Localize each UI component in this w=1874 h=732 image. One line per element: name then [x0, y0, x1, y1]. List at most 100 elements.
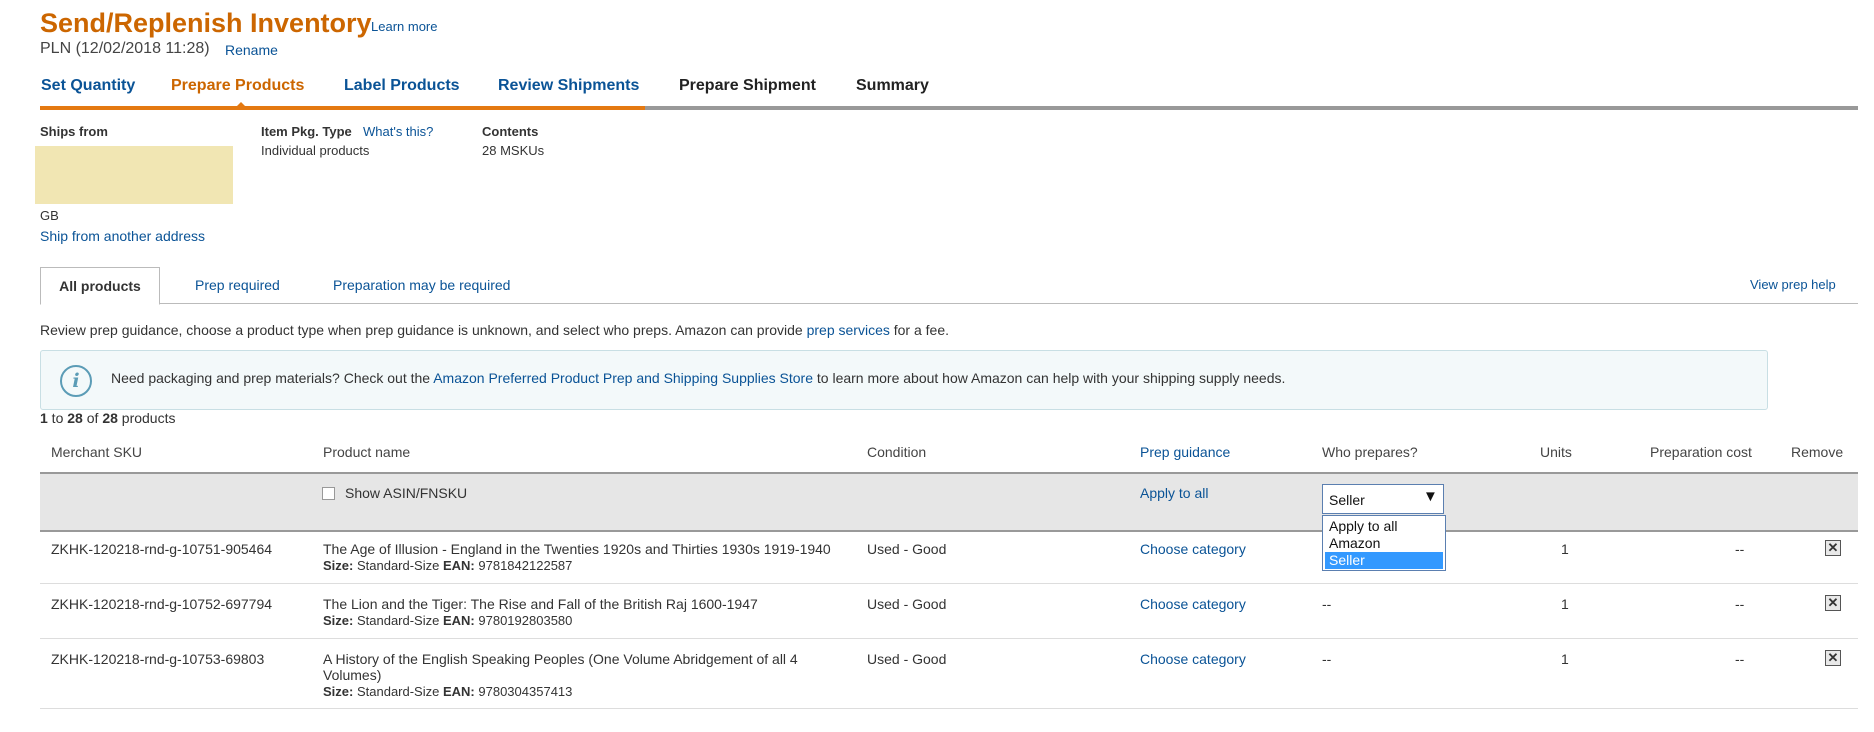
show-asin-checkbox[interactable] [322, 487, 335, 500]
row3-product-name-line1: A History of the English Speaking People… [323, 651, 798, 667]
row1-condition: Used - Good [867, 541, 947, 557]
whats-this-link[interactable]: What's this? [363, 124, 433, 139]
row1-size-label: Size: [323, 558, 354, 573]
apply-to-all-link[interactable]: Apply to all [1140, 485, 1208, 501]
active-step-marker [236, 102, 246, 107]
info-circle-icon: i [60, 365, 92, 397]
plan-name: PLN (12/02/2018 11:28) [40, 40, 210, 57]
row2-product-name: The Lion and the Tiger: The Rise and Fal… [323, 596, 758, 612]
row3-details: Size: Standard-Size EAN: 9780304357413 [323, 684, 572, 699]
guidance-text-before: Review prep guidance, choose a product t… [40, 322, 807, 338]
show-asin-label: Show ASIN/FNSKU [345, 485, 468, 501]
row2-sku: ZKHK-120218-rnd-g-10752-697794 [51, 596, 273, 612]
row-divider [40, 638, 1858, 639]
count-of-word: of [82, 410, 103, 426]
prep-supplies-store-link[interactable]: Amazon Preferred Product Prep and Shippi… [433, 370, 813, 386]
row1-product-name: The Age of Illusion - England in the Twe… [323, 541, 831, 557]
who-prepares-dropdown: Apply to all Amazon Seller [1322, 515, 1446, 571]
row3-size-label: Size: [323, 684, 354, 699]
redacted-address [35, 146, 233, 204]
col-header-who-prepares: Who prepares? [1322, 444, 1418, 460]
rename-link[interactable]: Rename [225, 42, 278, 58]
item-pkg-type-label: Item Pkg. Type [261, 124, 352, 139]
row3-choose-category-link[interactable]: Choose category [1140, 651, 1246, 667]
row1-prep-cost: -- [1735, 541, 1745, 557]
ships-from-label: Ships from [40, 124, 108, 139]
row3-ean-label: EAN: [442, 684, 475, 699]
row2-ean-label: EAN: [442, 613, 475, 628]
row3-ean: 9780304357413 [478, 684, 573, 699]
col-header-preparation-cost: Preparation cost [1650, 444, 1752, 460]
row2-condition: Used - Good [867, 596, 947, 612]
step-summary: Summary [856, 77, 929, 94]
row2-prep-cost: -- [1735, 596, 1745, 612]
step-review-shipments[interactable]: Review Shipments [498, 77, 639, 95]
tabs-divider [40, 303, 1858, 304]
row2-ean: 9780192803580 [478, 613, 573, 628]
row3-condition: Used - Good [867, 651, 947, 667]
ship-from-country: GB [40, 208, 59, 223]
row2-units: 1 [1561, 596, 1569, 612]
step-label-products[interactable]: Label Products [344, 77, 460, 95]
option-seller[interactable]: Seller [1325, 552, 1443, 569]
prep-services-link[interactable]: prep services [807, 322, 890, 338]
count-to-word: to [47, 410, 68, 426]
row-divider [40, 583, 1858, 584]
row2-who-prepares: -- [1322, 596, 1332, 612]
row1-ean: 9781842122587 [478, 558, 573, 573]
row2-details: Size: Standard-Size EAN: 9780192803580 [323, 613, 572, 628]
col-header-product-name: Product name [323, 444, 411, 460]
contents-value: 28 MSKUs [482, 143, 545, 158]
col-header-sku: Merchant SKU [51, 444, 143, 460]
row-divider [40, 708, 1858, 709]
item-pkg-type-value: Individual products [261, 143, 370, 158]
dropdown-arrow-icon[interactable]: ▼ [1423, 488, 1438, 505]
row3-size: Standard-Size [356, 684, 440, 699]
row1-units: 1 [1561, 541, 1569, 557]
col-header-prep-guidance[interactable]: Prep guidance [1140, 444, 1230, 460]
step-prepare-shipment: Prepare Shipment [679, 77, 816, 94]
row3-remove-icon[interactable]: ✕ [1825, 650, 1841, 666]
apply-all-row [40, 472, 1858, 532]
result-count: 1 to 28 of 28 products [40, 410, 175, 426]
count-to: 28 [67, 410, 83, 426]
option-amazon[interactable]: Amazon [1325, 535, 1443, 552]
step-set-quantity[interactable]: Set Quantity [41, 77, 135, 95]
col-header-condition: Condition [867, 444, 927, 460]
row1-details: Size: Standard-Size EAN: 9781842122587 [323, 558, 572, 573]
option-apply-to-all[interactable]: Apply to all [1325, 518, 1443, 535]
view-prep-help-link[interactable]: View prep help [1750, 277, 1836, 292]
row3-sku: ZKHK-120218-rnd-g-10753-69803 [51, 651, 265, 667]
row2-remove-icon[interactable]: ✕ [1825, 595, 1841, 611]
row1-sku: ZKHK-120218-rnd-g-10751-905464 [51, 541, 273, 557]
row1-remove-icon[interactable]: ✕ [1825, 540, 1841, 556]
row1-choose-category-link[interactable]: Choose category [1140, 541, 1246, 557]
ship-from-another-address-link[interactable]: Ship from another address [40, 228, 205, 244]
col-header-units: Units [1540, 444, 1572, 460]
row1-ean-label: EAN: [442, 558, 475, 573]
progress-fill [40, 106, 645, 110]
info-banner-text: Need packaging and prep materials? Check… [111, 370, 1285, 386]
row3-who-prepares: -- [1322, 651, 1332, 667]
count-suffix: products [117, 410, 176, 426]
info-text-after: to learn more about how Amazon can help … [813, 370, 1286, 386]
prep-guidance-text: Review prep guidance, choose a product t… [40, 322, 949, 338]
row2-size: Standard-Size [356, 613, 440, 628]
count-from: 1 [40, 410, 48, 426]
guidance-text-after: for a fee. [889, 322, 950, 338]
tab-preparation-may-be-required[interactable]: Preparation may be required [333, 277, 510, 293]
tab-all-products[interactable]: All products [40, 267, 160, 305]
row2-size-label: Size: [323, 613, 354, 628]
info-text-before: Need packaging and prep materials? Check… [111, 370, 434, 386]
step-prepare-products[interactable]: Prepare Products [171, 77, 304, 95]
row3-product-name-line2: Volumes) [323, 667, 382, 683]
learn-more-link[interactable]: Learn more [371, 19, 437, 34]
col-header-remove: Remove [1791, 444, 1844, 460]
row3-units: 1 [1561, 651, 1569, 667]
row2-choose-category-link[interactable]: Choose category [1140, 596, 1246, 612]
contents-label: Contents [482, 124, 539, 139]
row1-size: Standard-Size [356, 558, 440, 573]
page-title: Send/Replenish Inventory [40, 8, 372, 38]
tab-prep-required[interactable]: Prep required [195, 277, 280, 293]
count-total: 28 [102, 410, 118, 426]
